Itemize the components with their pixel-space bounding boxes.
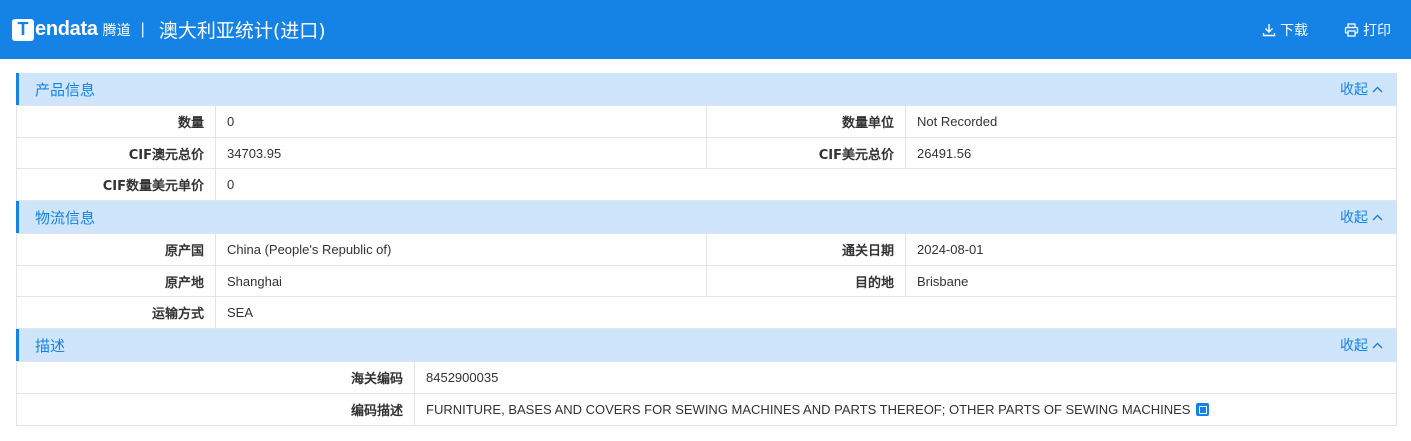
table-row: CIF数量美元单价 0 [16, 168, 1397, 202]
section-header-product: 产品信息 收起 [16, 73, 1397, 105]
field-label: CIF美元总价 [706, 136, 906, 170]
table-row: 数量 0 数量单位 Not Recorded [16, 105, 1397, 138]
field-value-cell: FURNITURE, BASES AND COVERS FOR SEWING M… [414, 392, 1397, 426]
field-label: 编码描述 [16, 392, 415, 426]
detail-content: 产品信息 收起 数量 0 数量单位 Not Recorded CIF澳元总价 3… [16, 73, 1397, 426]
table-row: 原产国 China (People's Republic of) 通关日期 20… [16, 233, 1397, 266]
collapse-button[interactable]: 收起 [1340, 335, 1383, 355]
table-row: 运输方式 SEA [16, 296, 1397, 330]
top-bar: T endata 腾道 | 澳大利亚统计(进口) 下载 打印 [0, 0, 1411, 59]
field-value: Brisbane [905, 264, 1397, 298]
print-button[interactable]: 打印 [1344, 20, 1391, 40]
collapse-label: 收起 [1340, 210, 1368, 227]
section-header-logistics: 物流信息 收起 [16, 201, 1397, 234]
logo-cn: 腾道 [102, 22, 131, 39]
section-title: 描述 [35, 336, 66, 355]
section-title: 产品信息 [35, 80, 96, 99]
field-label: 海关编码 [16, 361, 415, 394]
table-row: 原产地 Shanghai 目的地 Brisbane [16, 264, 1397, 298]
field-value: 26491.56 [905, 136, 1397, 170]
field-value: SEA [215, 296, 1397, 330]
section-title: 物流信息 [35, 208, 96, 227]
table-row: 编码描述 FURNITURE, BASES AND COVERS FOR SEW… [16, 392, 1397, 426]
page-title: 澳大利亚统计(进口) [158, 20, 326, 42]
print-label: 打印 [1363, 22, 1391, 39]
download-label: 下载 [1280, 22, 1308, 39]
chevron-up-icon [1372, 86, 1383, 92]
printer-icon [1344, 22, 1359, 37]
table-row: CIF澳元总价 34703.95 CIF美元总价 26491.56 [16, 136, 1397, 170]
field-value: Shanghai [215, 264, 707, 298]
collapse-button[interactable]: 收起 [1340, 79, 1383, 99]
logo[interactable]: T endata 腾道 [12, 0, 131, 59]
code-description-text: FURNITURE, BASES AND COVERS FOR SEWING M… [426, 401, 1191, 417]
chevron-up-icon [1372, 214, 1383, 221]
field-label: 目的地 [706, 264, 906, 298]
download-button[interactable]: 下载 [1262, 20, 1308, 40]
product-table: 数量 0 数量单位 Not Recorded CIF澳元总价 34703.95 … [16, 105, 1397, 202]
field-label: 运输方式 [16, 296, 216, 330]
field-value: 8452900035 [414, 361, 1397, 394]
field-label: 原产地 [16, 264, 216, 298]
field-label: CIF澳元总价 [16, 136, 216, 170]
header-separator: | [140, 20, 145, 38]
collapse-label: 收起 [1340, 82, 1368, 98]
description-table: 海关编码 8452900035 编码描述 FURNITURE, BASES AN… [16, 361, 1397, 426]
logistics-table: 原产国 China (People's Republic of) 通关日期 20… [16, 233, 1397, 330]
field-label: 通关日期 [706, 233, 906, 266]
logo-mark: T [12, 18, 34, 41]
field-label: 数量 [16, 105, 216, 138]
field-value: Not Recorded [905, 105, 1397, 138]
section-header-description: 描述 收起 [16, 329, 1397, 362]
field-value: 34703.95 [215, 136, 707, 170]
field-value: 2024-08-01 [905, 233, 1397, 266]
field-value: 0 [215, 168, 1397, 202]
field-value: 0 [215, 105, 707, 138]
field-value: China (People's Republic of) [215, 233, 707, 266]
table-row: 海关编码 8452900035 [16, 361, 1397, 394]
field-label: CIF数量美元单价 [16, 168, 216, 202]
external-link-icon[interactable] [1196, 402, 1210, 416]
collapse-label: 收起 [1340, 338, 1368, 355]
field-label: 原产国 [16, 233, 216, 266]
chevron-up-icon [1372, 342, 1383, 349]
collapse-button[interactable]: 收起 [1340, 207, 1383, 227]
field-label: 数量单位 [706, 105, 906, 138]
top-actions: 下载 打印 [1226, 0, 1391, 59]
download-icon [1262, 23, 1276, 36]
logo-text: endata [35, 18, 98, 40]
